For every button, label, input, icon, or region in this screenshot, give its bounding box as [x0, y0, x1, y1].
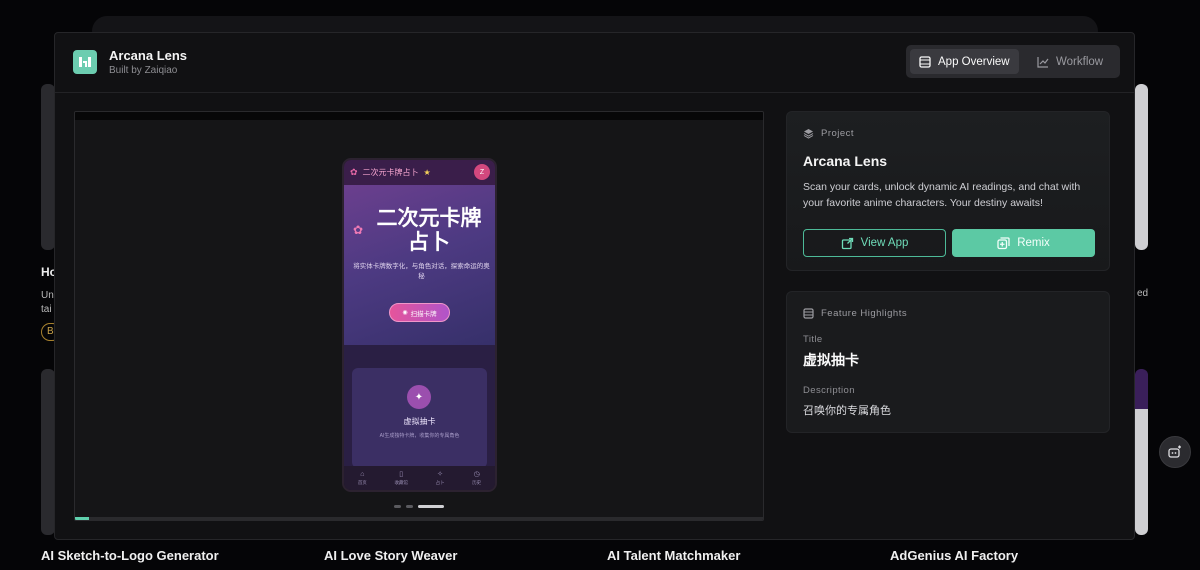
carousel-dot-active[interactable]	[418, 505, 444, 508]
avatar: Z	[474, 164, 490, 180]
tab-app-overview[interactable]: App Overview	[910, 49, 1019, 74]
phone-screenshot: ✿ 二次元卡牌占卜 ★ Z ✿ 二次元卡牌占卜 将实体卡牌数字化，与角色对话，探…	[342, 158, 497, 492]
progress-fill	[75, 517, 89, 520]
project-card: Project Arcana Lens Scan your cards, unl…	[786, 111, 1110, 271]
feature-description-key: Description	[803, 385, 855, 396]
feature-description-value: 召唤你的专属角色	[803, 405, 891, 417]
carousel-progress-bar	[75, 517, 763, 520]
app-preview-carousel[interactable]: ✿ 二次元卡牌占卜 ★ Z ✿ 二次元卡牌占卜 将实体卡牌数字化，与角色对话，探…	[74, 111, 764, 521]
phone-bottom-nav: ⌂ 首页 ▯ 收藏馆 ✧ 占卜 ◷ 历史	[344, 466, 495, 490]
book-icon: ▯	[399, 470, 404, 478]
phone-header-title: 二次元卡牌占卜	[362, 168, 419, 177]
phone-body: ✦ 虚拟抽卡 AI生成独特卡牌，收集你的专属角色	[344, 345, 495, 470]
view-app-button[interactable]: View App	[803, 229, 946, 257]
gallery-card-thumbnail[interactable]	[1135, 84, 1148, 250]
phone-hero: ✿ 二次元卡牌占卜 将实体卡牌数字化，与角色对话，探索命运的奥秘 ◉ 扫描卡牌	[344, 185, 495, 345]
feature-title-key: Title	[803, 334, 823, 345]
phone-card-title: 虚拟抽卡	[403, 417, 436, 426]
project-section-label: Project	[803, 128, 854, 139]
chart-line-icon	[1037, 56, 1049, 68]
carousel-dots	[394, 505, 444, 508]
phone-card-subtitle: AI生成独特卡牌，收集你的专属角色	[379, 433, 460, 439]
wand-icon: ✧	[437, 470, 443, 478]
phone-nav-home: ⌂ 首页	[357, 470, 367, 485]
gallery-card-thumbnail[interactable]	[41, 369, 55, 535]
phone-nav-history: ◷ 历史	[472, 470, 482, 485]
gallery-desc-fragment: ed	[1137, 288, 1149, 299]
tab-workflow[interactable]: Workflow	[1028, 49, 1112, 74]
phone-nav-collection: ▯ 收藏馆	[394, 470, 408, 485]
film-icon	[919, 55, 931, 68]
carousel-dot[interactable]	[406, 505, 413, 508]
gallery-desc-fragment: Un	[41, 290, 54, 301]
view-tabs: App Overview Workflow	[906, 45, 1120, 78]
gallery-card-title[interactable]: AdGenius AI Factory	[890, 548, 1018, 563]
magic-wand-icon: ✦	[407, 385, 431, 409]
gallery-card-title[interactable]: AI Talent Matchmaker	[607, 548, 740, 563]
external-link-icon	[841, 237, 853, 249]
gallery-card-thumbnail[interactable]	[41, 84, 55, 250]
phone-header: ✿ 二次元卡牌占卜 ★ Z	[344, 160, 495, 185]
carousel-dot[interactable]	[394, 505, 401, 508]
app-title: Arcana Lens	[109, 48, 188, 63]
star-icon: ★	[423, 168, 431, 177]
feature-highlights-card: Feature Highlights Title 虚拟抽卡 Descriptio…	[786, 291, 1110, 433]
camera-icon: ◉	[402, 310, 408, 316]
gallery-card-title[interactable]: AI Love Story Weaver	[324, 548, 457, 563]
app-logo-icon	[73, 50, 97, 74]
film-icon	[803, 308, 814, 319]
copy-plus-icon	[997, 236, 1010, 249]
phone-scan-button: ◉ 扫描卡牌	[389, 303, 450, 322]
phone-hero-title: 二次元卡牌占卜	[376, 207, 482, 254]
gallery-card-thumbnail[interactable]	[1135, 369, 1148, 535]
project-name: Arcana Lens	[803, 153, 888, 169]
project-description: Scan your cards, unlock dynamic AI readi…	[803, 181, 1081, 209]
gallery-desc-fragment: tai	[41, 304, 52, 315]
sparkle-icon: ✿	[353, 223, 364, 237]
phone-nav-divination: ✧ 占卜	[435, 470, 445, 485]
phone-feature-card: ✦ 虚拟抽卡 AI生成独特卡牌，收集你的专属角色	[352, 368, 487, 468]
feature-section-label: Feature Highlights	[803, 308, 907, 319]
preview-top-strip	[75, 112, 763, 120]
tab-label: App Overview	[938, 55, 1010, 68]
gallery-card-title[interactable]: AI Sketch-to-Logo Generator	[41, 548, 219, 563]
layers-icon	[803, 129, 814, 139]
phone-hero-subtitle: 将实体卡牌数字化，与角色对话，探索命运的奥秘	[353, 263, 490, 280]
feature-title-value: 虚拟抽卡	[803, 352, 859, 368]
clock-icon: ◷	[473, 470, 480, 478]
modal-header: Arcana Lens Built by Zaiqiao App Overvie…	[55, 33, 1134, 93]
app-author: Built by Zaiqiao	[109, 65, 178, 76]
home-icon: ⌂	[360, 470, 365, 478]
bot-sparkle-icon	[1168, 445, 1181, 458]
assistant-button[interactable]	[1159, 436, 1191, 468]
app-detail-modal: Arcana Lens Built by Zaiqiao App Overvie…	[54, 32, 1135, 540]
tab-label: Workflow	[1056, 55, 1104, 68]
sparkle-icon: ✿	[350, 167, 358, 177]
remix-button[interactable]: Remix	[952, 229, 1095, 257]
